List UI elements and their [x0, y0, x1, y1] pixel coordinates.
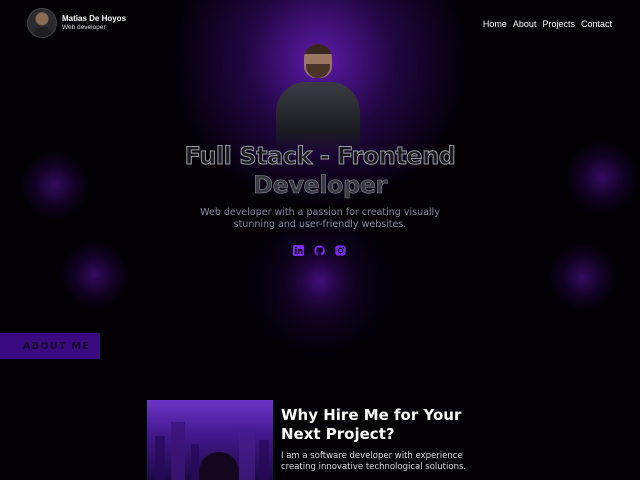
person-silhouette	[199, 452, 239, 480]
brand[interactable]: Matias De Hoyos Web developer	[27, 8, 126, 38]
about-image	[147, 400, 273, 480]
brand-role: Web developer	[62, 23, 106, 31]
about-text: I am a software developer with experienc…	[281, 451, 467, 472]
instagram-icon	[335, 245, 346, 256]
city-building	[191, 444, 199, 480]
ambient-glow	[60, 240, 130, 310]
main-nav: Home About Projects Contact	[483, 19, 612, 29]
hero-title-line1: Full Stack - Frontend	[184, 142, 456, 171]
linkedin-icon	[293, 245, 304, 256]
nav-projects[interactable]: Projects	[542, 19, 575, 29]
city-building	[239, 428, 255, 480]
about-heading: Why Hire Me for Your Next Project?	[281, 406, 462, 443]
brand-name: Matias De Hoyos	[62, 14, 127, 24]
hero-subtitle: Web developer with a passion for creatin…	[200, 207, 440, 230]
avatar	[27, 8, 57, 38]
hero-title: Full Stack - Frontend Developer	[0, 142, 640, 200]
city-building	[259, 440, 269, 480]
city-building	[155, 436, 165, 480]
nav-home[interactable]: Home	[483, 19, 507, 29]
hero-title-line2: Developer	[253, 171, 388, 200]
github-icon	[314, 245, 325, 256]
about-me-tab[interactable]: ABOUT ME	[0, 333, 100, 359]
center-glow	[245, 210, 395, 360]
social-links	[293, 245, 346, 256]
city-building	[171, 422, 185, 480]
brand-text: Matias De Hoyos Web developer	[62, 14, 127, 31]
nav-contact[interactable]: Contact	[581, 19, 612, 29]
linkedin-link[interactable]	[293, 245, 304, 256]
ambient-glow	[548, 242, 618, 312]
instagram-link[interactable]	[335, 245, 346, 256]
about-me-label: ABOUT ME	[22, 340, 90, 352]
nav-about[interactable]: About	[513, 19, 537, 29]
hero-portrait	[272, 40, 364, 154]
ambient-glow	[285, 250, 355, 310]
github-link[interactable]	[314, 245, 325, 256]
